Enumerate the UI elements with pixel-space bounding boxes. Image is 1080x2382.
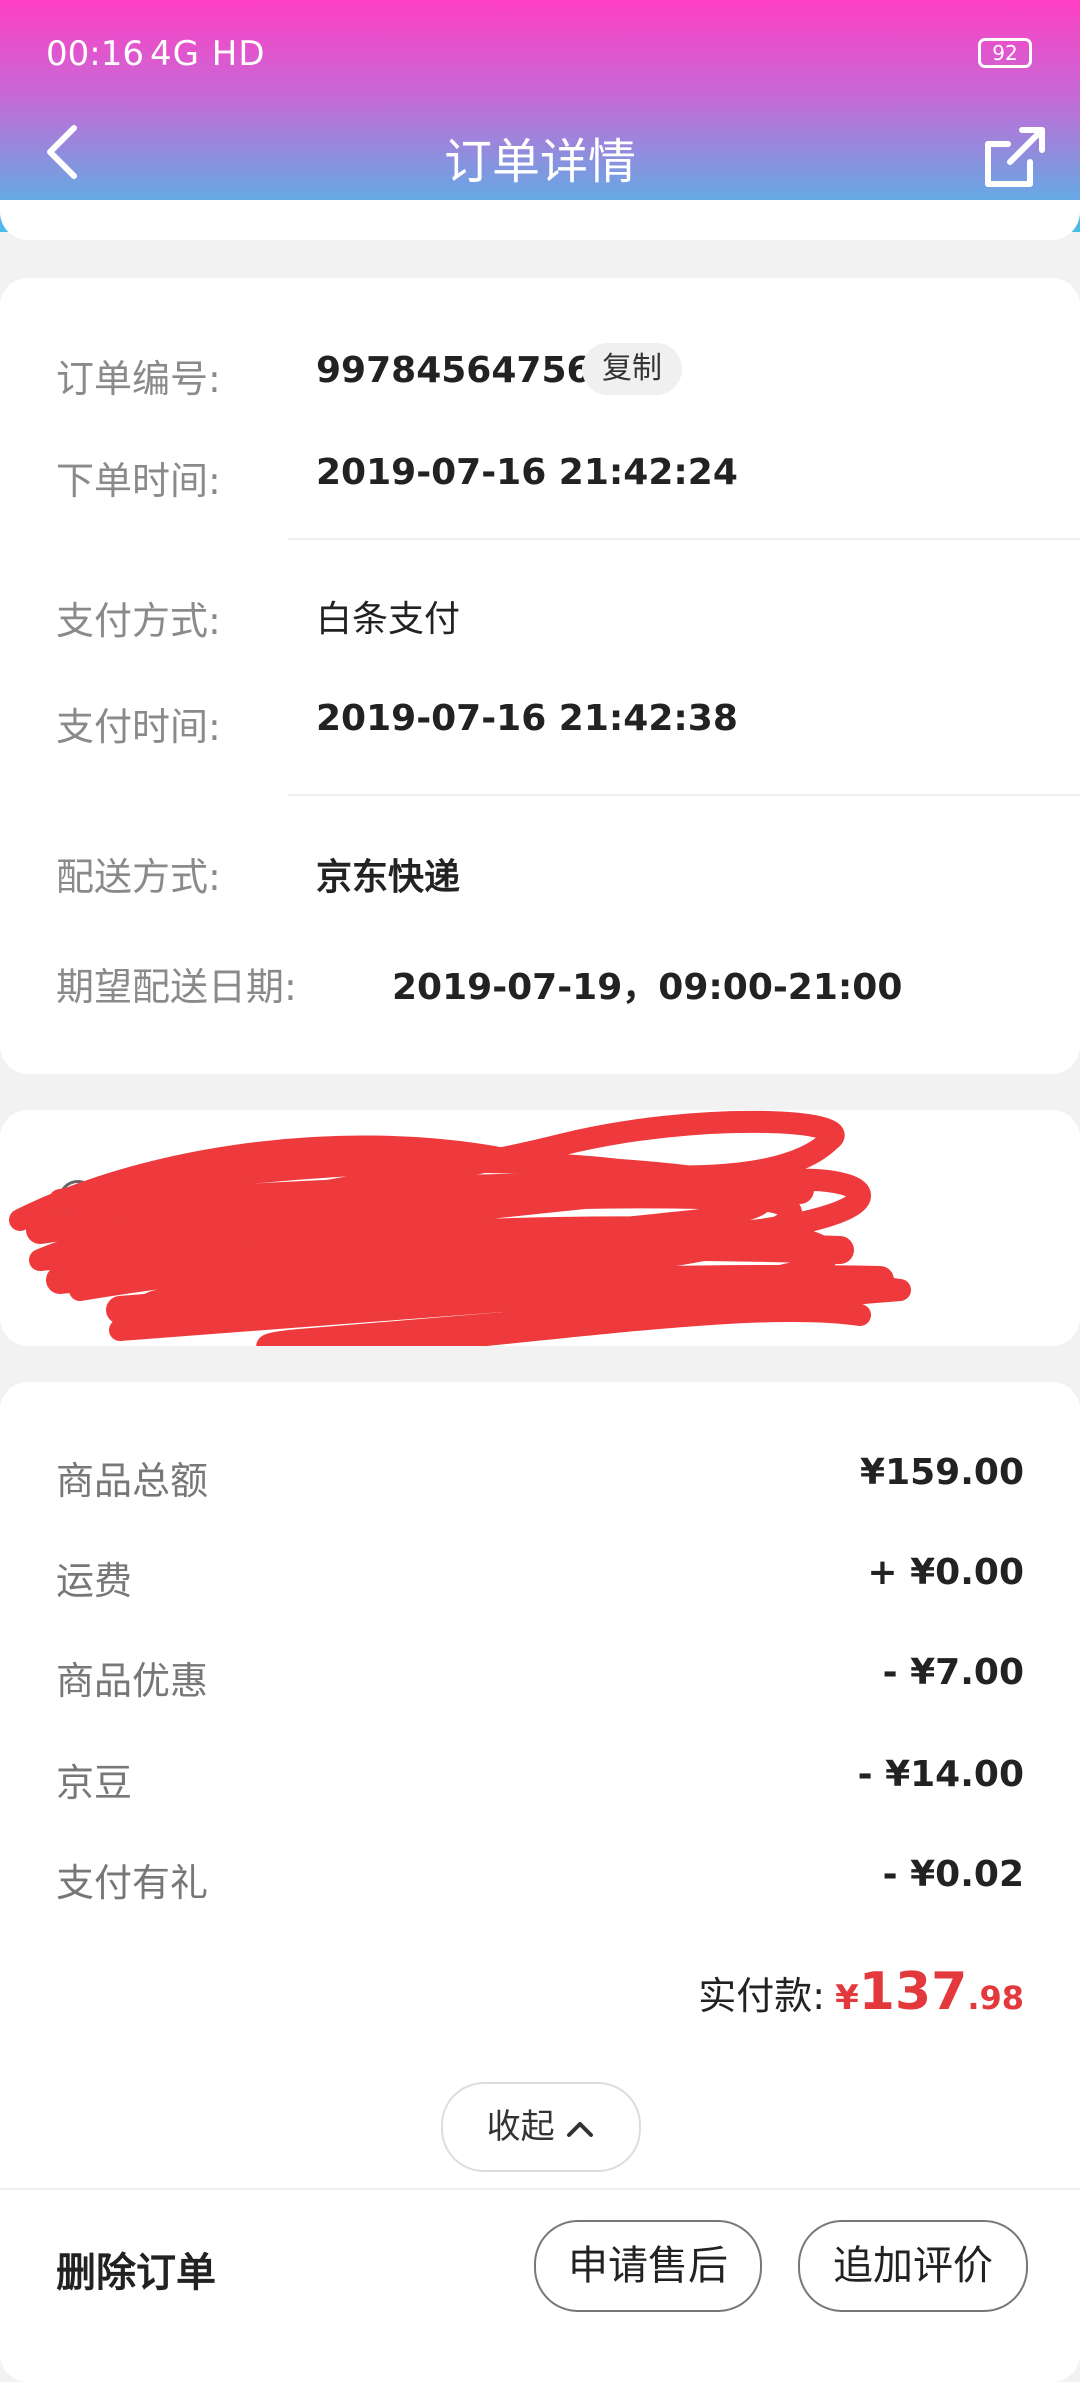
redaction-scribble (9, 1110, 911, 1346)
pay-method-label: 支付方式: (56, 599, 221, 643)
order-no-value: 99784564756 (316, 350, 592, 391)
chevron-up-icon (567, 2121, 594, 2137)
bottom-action-bar: 删除订单 申请售后 追加评价 (0, 2188, 1080, 2342)
paid-currency: ¥ (835, 1978, 859, 2018)
order-info-card: 订单编号: 99784564756 复制 下单时间: 2019-07-16 21… (0, 278, 1080, 1074)
page-title: 订单详情 (443, 134, 636, 190)
divider (288, 538, 1080, 540)
address-card[interactable]: 资料已遮挡 (0, 1110, 1080, 1346)
collapse-label: 收起 (486, 2107, 555, 2147)
share-icon[interactable] (980, 122, 1050, 192)
amount-value: - ¥7.00 (882, 1652, 1024, 1693)
battery-icon: 92 (978, 38, 1032, 68)
collapse-button[interactable]: 收起 (441, 2082, 641, 2172)
pay-time-value: 2019-07-16 21:42:38 (316, 698, 738, 739)
paid-amount-integer: 137 (858, 1962, 968, 2022)
copy-button[interactable]: 复制 (582, 343, 682, 395)
paid-amount-row: 实付款: ¥ 137 .98 (698, 1962, 1024, 2022)
paid-label: 实付款: (698, 1974, 826, 2018)
amount-value: + ¥0.00 (867, 1552, 1024, 1593)
paid-amount-decimal: .98 (967, 1979, 1024, 2017)
amount-value: - ¥14.00 (857, 1754, 1024, 1795)
amount-label: 支付有礼 (56, 1861, 209, 1905)
pay-time-label: 支付时间: (56, 705, 221, 749)
delete-order-button[interactable]: 删除订单 (56, 2240, 216, 2298)
order-time-label: 下单时间: (56, 459, 221, 503)
add-review-button[interactable]: 追加评价 (798, 2220, 1028, 2312)
amount-label: 商品优惠 (56, 1659, 209, 1703)
network-status: 4G HD (150, 34, 266, 74)
status-time: 00:16 (46, 34, 144, 74)
delivery-value: 京东快递 (316, 857, 461, 898)
order-time-value: 2019-07-16 21:42:24 (316, 452, 738, 493)
pay-method-value: 白条支付 (316, 599, 461, 640)
header: 00:16 4G HD 92 订单详情 (0, 0, 1080, 232)
order-no-label: 订单编号: (56, 357, 221, 401)
divider (288, 794, 1080, 796)
amount-label: 商品总额 (56, 1459, 209, 1503)
delivery-label: 配送方式: (56, 855, 221, 899)
after-sale-button[interactable]: 申请售后 (534, 2220, 762, 2312)
amount-label: 运费 (56, 1559, 133, 1603)
amount-value: - ¥0.02 (882, 1854, 1024, 1895)
expected-date-value: 2019-07-19，09:00-21:00 (392, 967, 903, 1008)
expected-date-label: 期望配送日期: (56, 965, 297, 1009)
previous-card-edge (0, 200, 1080, 240)
amount-value: ¥159.00 (860, 1452, 1024, 1493)
amount-label: 京豆 (56, 1761, 133, 1805)
